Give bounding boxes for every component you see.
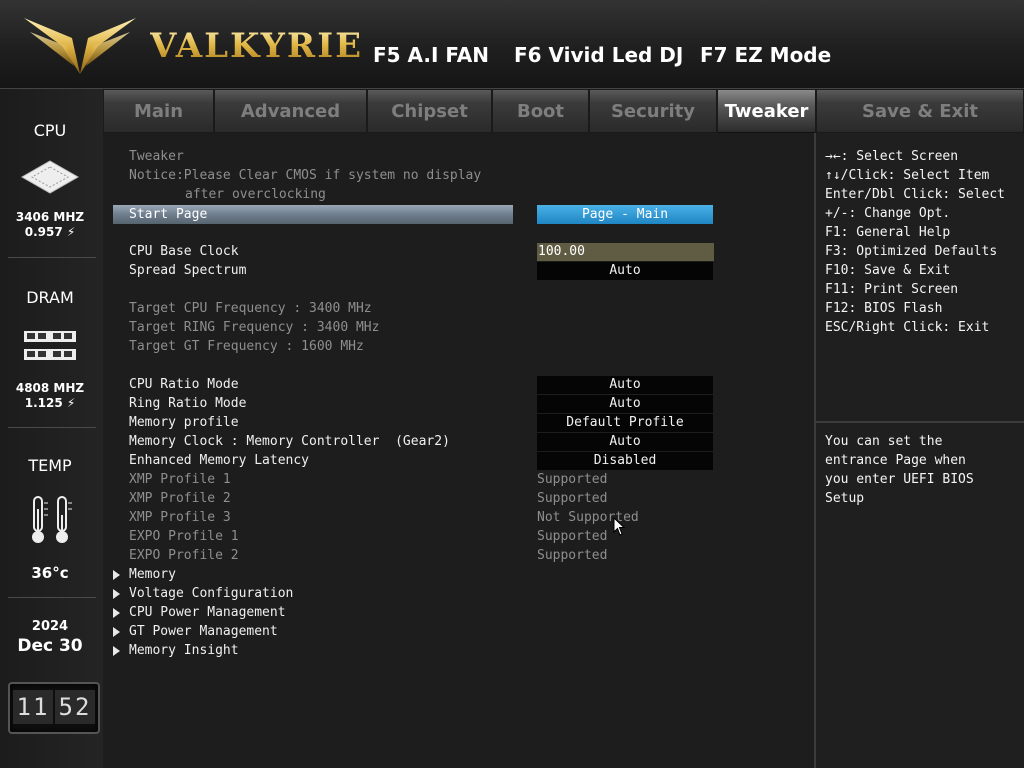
target-frequency-info: Target GT Frequency : 1600 MHz [129,339,364,354]
tab-main[interactable]: Main [103,90,214,132]
xmp-profile-1-label: XMP Profile 1 [129,472,231,487]
tab-security[interactable]: Security [589,90,717,132]
clock-hours: 11 [13,690,53,724]
tab-chipset[interactable]: Chipset [367,90,492,132]
expo-profile-2-label: EXPO Profile 2 [129,548,239,563]
start-page-label: Start Page [129,207,208,222]
cpu-base-clock-input[interactable]: 100.00 [537,243,714,261]
temperature-value: 36°c [31,564,69,582]
sidebar-divider [8,257,96,258]
ez-mode-hotkey[interactable]: F7 EZ Mode [700,43,831,67]
clock-minutes: 52 [55,690,95,724]
cpu-voltage: 0.957 ⚡ [24,225,76,239]
help-divider [816,421,1024,423]
expo-profile-1-status: Supported [537,529,608,544]
section-title: Tweaker [129,149,184,164]
cpu-label: CPU [33,121,67,140]
spread-spectrum-select[interactable]: Auto [537,262,713,280]
submenu-arrow-icon [113,589,120,599]
enhanced-memory-latency-label: Enhanced Memory Latency [129,453,310,468]
thermometer-icon [32,496,72,543]
tab-advanced[interactable]: Advanced [214,90,367,132]
header-bar: VALKYRIE F5 A.I FAN F6 Vivid Led DJ F7 E… [0,0,1024,89]
notice-text: Notice:Please Clear CMOS if system no di… [129,168,482,183]
tab-tweaker[interactable]: Tweaker [717,90,816,135]
cpu-base-clock-label: CPU Base Clock [129,244,239,259]
submenu-memory[interactable]: Memory [129,565,176,584]
help-description: You can set the [825,434,943,449]
start-page-select[interactable]: Page - Main [537,205,713,224]
help-description: entrance Page when [825,453,966,468]
dram-label: DRAM [26,288,74,307]
tab-bar: Main Advanced Chipset Boot Security Twea… [103,89,1024,135]
help-key-line: F11: Print Screen [825,282,959,297]
submenu-cpu-power-management[interactable]: CPU Power Management [129,603,286,622]
target-frequency-info: Target RING Frequency : 3400 MHz [129,320,380,335]
flip-clock: 11 52 [8,682,100,734]
cpu-ratio-mode-select[interactable]: Auto [537,376,713,394]
memory-clock-label: Memory Clock : Memory Controller (Gear2) [129,434,450,449]
help-key-line: F1: General Help [825,225,951,240]
temp-label: TEMP [28,456,72,475]
help-key-line: ↑↓/Click: Select Item [825,168,990,183]
submenu-arrow-icon [113,646,120,656]
expo-profile-1-label: EXPO Profile 1 [129,529,239,544]
notice-text: after overclocking [185,187,326,202]
submenu-arrow-icon [113,627,120,637]
help-key-line: Enter/Dbl Click: Select [825,187,1006,202]
status-sidebar: CPU 3406 MHZ 0.957 ⚡ DRAM 4808 MHZ 1.125… [0,89,105,768]
valkyrie-wing-logo [24,18,136,74]
sidebar-divider [8,597,96,598]
mouse-pointer-icon [613,517,625,536]
help-key-line: ESC/Right Click: Exit [825,320,990,335]
vivid-led-dj-hotkey[interactable]: F6 Vivid Led DJ [514,43,683,67]
target-frequency-info: Target CPU Frequency : 3400 MHz [129,301,372,316]
date-year: 2024 [31,619,69,634]
help-key-line: +/-: Change Opt. [825,206,951,221]
date-day: Dec 30 [17,636,83,656]
expo-profile-2-status: Supported [537,548,608,563]
enhanced-memory-latency-select[interactable]: Disabled [537,452,713,470]
cpu-ratio-mode-label: CPU Ratio Mode [129,377,239,392]
settings-panel: Tweaker Notice:Please Clear CMOS if syst… [103,133,816,768]
tab-boot[interactable]: Boot [492,90,589,132]
spread-spectrum-label: Spread Spectrum [129,263,247,278]
xmp-profile-2-status: Supported [537,491,608,506]
submenu-memory-insight[interactable]: Memory Insight [129,641,239,660]
help-key-line: F12: BIOS Flash [825,301,943,316]
submenu-voltage-configuration[interactable]: Voltage Configuration [129,584,293,603]
submenu-arrow-icon [113,570,120,580]
ai-fan-hotkey[interactable]: F5 A.I FAN [373,43,489,67]
memory-clock-select[interactable]: Auto [537,433,713,451]
help-description: Setup [825,491,865,506]
ram-module-icon [24,331,76,360]
submenu-arrow-icon [113,608,120,618]
cpu-frequency: 3406 MHZ [15,210,85,224]
help-key-line: F3: Optimized Defaults [825,244,998,259]
ring-ratio-mode-label: Ring Ratio Mode [129,396,247,411]
memory-profile-select[interactable]: Default Profile [537,414,713,432]
cpu-chip-icon [20,160,80,194]
submenu-gt-power-management[interactable]: GT Power Management [129,622,278,641]
sidebar-divider [8,427,96,428]
tab-save-exit[interactable]: Save & Exit [816,90,1024,132]
xmp-profile-3-label: XMP Profile 3 [129,510,231,525]
xmp-profile-2-label: XMP Profile 2 [129,491,231,506]
dram-voltage: 1.125 ⚡ [24,396,76,410]
brand-title: VALKYRIE [150,26,364,66]
memory-profile-label: Memory profile [129,415,239,430]
help-panel: →←: Select Screen ↑↓/Click: Select Item … [816,133,1024,768]
dram-frequency: 4808 MHZ [15,381,85,395]
xmp-profile-1-status: Supported [537,472,608,487]
help-description: you enter UEFI BIOS [825,472,974,487]
help-key-line: F10: Save & Exit [825,263,951,278]
ring-ratio-mode-select[interactable]: Auto [537,395,713,413]
help-key-line: →←: Select Screen [825,149,959,164]
